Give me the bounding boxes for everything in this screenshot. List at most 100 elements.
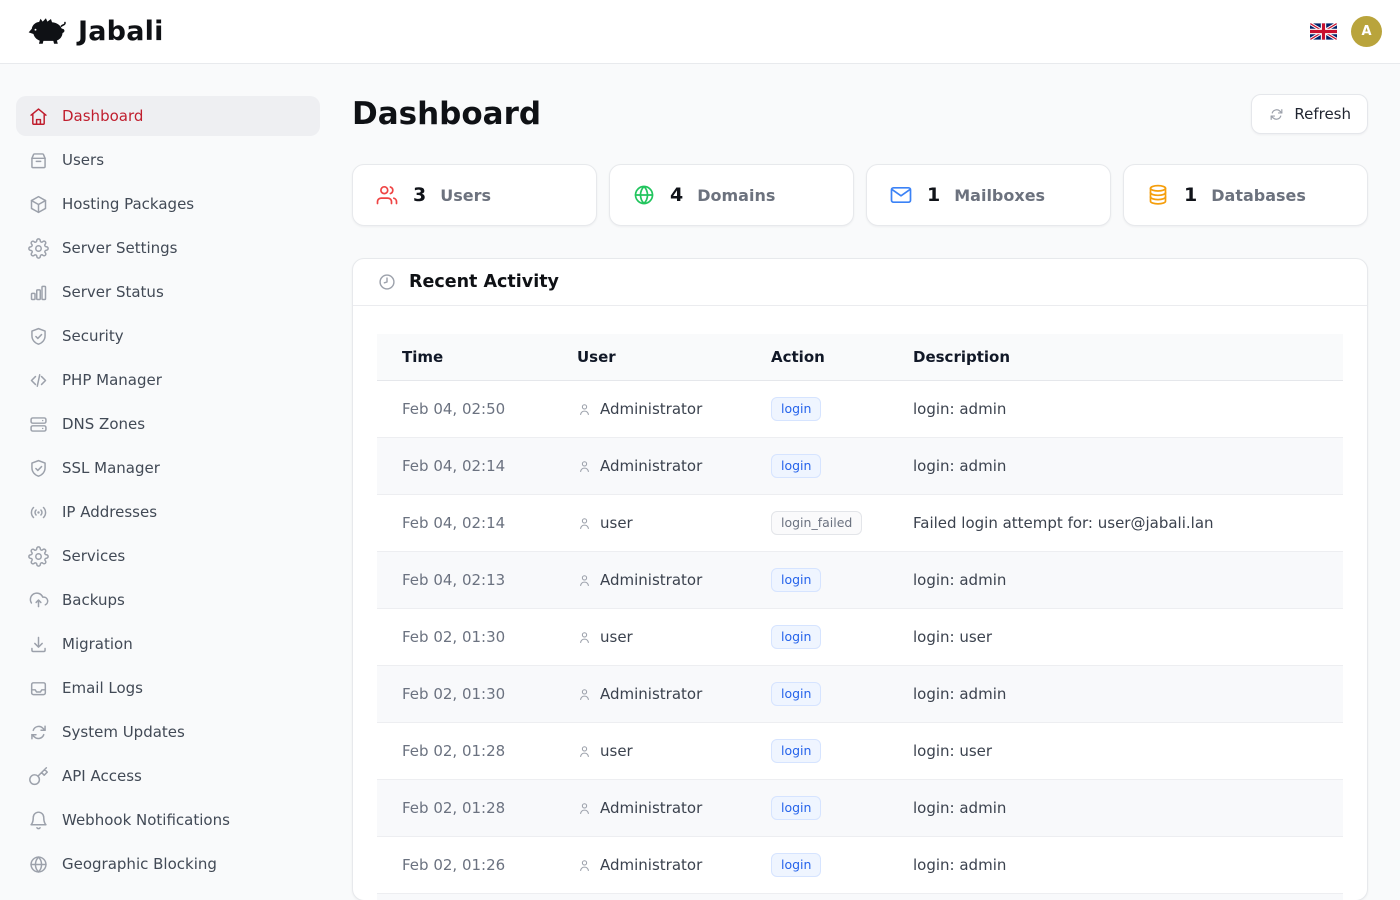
sidebar-item-backups[interactable]: Backups — [16, 580, 320, 620]
activity-user: Administrator — [552, 438, 746, 495]
activity-action: login — [746, 666, 888, 723]
globe-icon — [28, 854, 49, 875]
sidebar-item-ip-addresses[interactable]: IP Addresses — [16, 492, 320, 532]
activity-time: Feb 04, 02:13 — [377, 552, 552, 609]
sync-icon — [28, 722, 49, 743]
stat-card-databases[interactable]: 1Databases — [1123, 164, 1368, 226]
activity-action: login — [746, 723, 888, 780]
activity-row: Feb 04, 02:13 Administrator login login: ad… — [377, 552, 1343, 609]
sidebar-item-php-manager[interactable]: PHP Manager — [16, 360, 320, 400]
action-badge: login — [771, 853, 821, 878]
stat-value: 1 — [1184, 184, 1197, 206]
bell-icon — [28, 810, 49, 831]
activity-row: Feb 02, 01:30userloginlogin: user — [377, 609, 1343, 666]
stat-label: Domains — [697, 186, 775, 205]
activity-action: login — [746, 438, 888, 495]
activity-description: login: admin — [888, 552, 1343, 609]
sidebar-item-api-access[interactable]: API Access — [16, 756, 320, 796]
activity-action: login — [746, 609, 888, 666]
person-icon — [577, 402, 592, 417]
activity-row: Feb 04, 02:50Administratorloginlogin: ad… — [377, 381, 1343, 438]
activity-time: Feb 02, 01:30 — [377, 609, 552, 666]
users-icon — [375, 183, 399, 207]
sidebar-item-label: API Access — [62, 767, 142, 785]
sidebar-item-server-status[interactable]: Server Status — [16, 272, 320, 312]
sidebar-item-dns-zones[interactable]: DNS Zones — [16, 404, 320, 444]
activity-action: login_failed — [746, 495, 888, 552]
download-icon — [28, 634, 49, 655]
action-badge: login_failed — [771, 511, 862, 536]
sidebar: Dashboard Users Hosting Packages Server Set… — [0, 64, 336, 900]
sidebar-item-system-updates[interactable]: System Updates — [16, 712, 320, 752]
action-badge: login — [771, 682, 821, 707]
stat-label: Users — [440, 186, 491, 205]
activity-description: login: admin — [888, 780, 1343, 837]
broadcast-icon — [28, 502, 49, 523]
column-header-action: Action — [746, 334, 888, 381]
brand-logo[interactable]: Jabali — [24, 15, 164, 48]
sidebar-item-label: Server Settings — [62, 239, 177, 257]
activity-description: login: admin — [888, 438, 1343, 495]
sidebar-item-label: SSL Manager — [62, 459, 160, 477]
sidebar-item-label: DNS Zones — [62, 415, 145, 433]
activity-time: Feb 02, 01:28 — [377, 780, 552, 837]
column-header-description: Description — [888, 334, 1343, 381]
activity-user-name: Administrator — [600, 799, 702, 817]
person-icon — [577, 459, 592, 474]
activity-description: login: admin — [888, 381, 1343, 438]
activity-row-partial — [377, 894, 1343, 900]
avatar[interactable]: A — [1351, 16, 1382, 47]
sidebar-item-security[interactable]: Security — [16, 316, 320, 356]
sidebar-item-label: PHP Manager — [62, 371, 162, 389]
sidebar-item-email-logs[interactable]: Email Logs — [16, 668, 320, 708]
activity-description: login: admin — [888, 837, 1343, 894]
bar-chart-icon — [28, 282, 49, 303]
activity-time: Feb 02, 01:26 — [377, 837, 552, 894]
stat-value: 4 — [670, 184, 683, 206]
stat-card-domains[interactable]: 4 Domains — [609, 164, 854, 226]
refresh-button[interactable]: Refresh — [1251, 94, 1368, 134]
sidebar-item-label: Security — [62, 327, 124, 345]
sidebar-item-hosting-packages[interactable]: Hosting Packages — [16, 184, 320, 224]
sidebar-item-migration[interactable]: Migration — [16, 624, 320, 664]
sidebar-item-services[interactable]: Services — [16, 536, 320, 576]
sidebar-item-label: System Updates — [62, 723, 185, 741]
activity-user: user — [552, 723, 746, 780]
sidebar-item-geographic-blocking[interactable]: Geographic Blocking — [16, 844, 320, 884]
package-icon — [28, 194, 49, 215]
language-flag-button[interactable] — [1310, 22, 1337, 41]
stat-card-users[interactable]: 3Users — [352, 164, 597, 226]
sidebar-item-users[interactable]: Users — [16, 140, 320, 180]
mail-icon — [889, 183, 913, 207]
brand-name: Jabali — [78, 16, 164, 47]
person-icon — [577, 858, 592, 873]
activity-row: Feb 02, 01:28Administratorloginlogin: ad… — [377, 780, 1343, 837]
activity-user-name: user — [600, 514, 633, 532]
inbox-icon — [28, 678, 49, 699]
globe-icon — [632, 183, 656, 207]
sidebar-item-dashboard[interactable]: Dashboard — [16, 96, 320, 136]
server-stack-icon — [28, 414, 49, 435]
sidebar-item-label: Server Status — [62, 283, 164, 301]
shield-check-icon — [28, 326, 49, 347]
sidebar-item-ssl-manager[interactable]: SSL Manager — [16, 448, 320, 488]
activity-user-name: user — [600, 628, 633, 646]
activity-action: login — [746, 381, 888, 438]
person-icon — [577, 630, 592, 645]
activity-user-name: Administrator — [600, 571, 702, 589]
action-badge: login — [771, 568, 821, 593]
action-badge: login — [771, 739, 821, 764]
stats-row: 3Users 4 Domains 1Mailboxes1Databases — [352, 164, 1368, 226]
sidebar-item-label: Hosting Packages — [62, 195, 194, 213]
activity-row: Feb 04, 02:14Administratorloginlogin: ad… — [377, 438, 1343, 495]
drawer-icon — [28, 150, 49, 171]
refresh-button-label: Refresh — [1294, 105, 1351, 123]
activity-user-name: Administrator — [600, 856, 702, 874]
sidebar-item-webhook-notifications[interactable]: Webhook Notifications — [16, 800, 320, 840]
stat-card-mailboxes[interactable]: 1Mailboxes — [866, 164, 1111, 226]
activity-row: Feb 04, 02:14userlogin_failedFailed logi… — [377, 495, 1343, 552]
person-icon — [577, 687, 592, 702]
activity-user: Administrator — [552, 552, 746, 609]
sidebar-item-server-settings[interactable]: Server Settings — [16, 228, 320, 268]
sidebar-item-label: Users — [62, 151, 104, 169]
